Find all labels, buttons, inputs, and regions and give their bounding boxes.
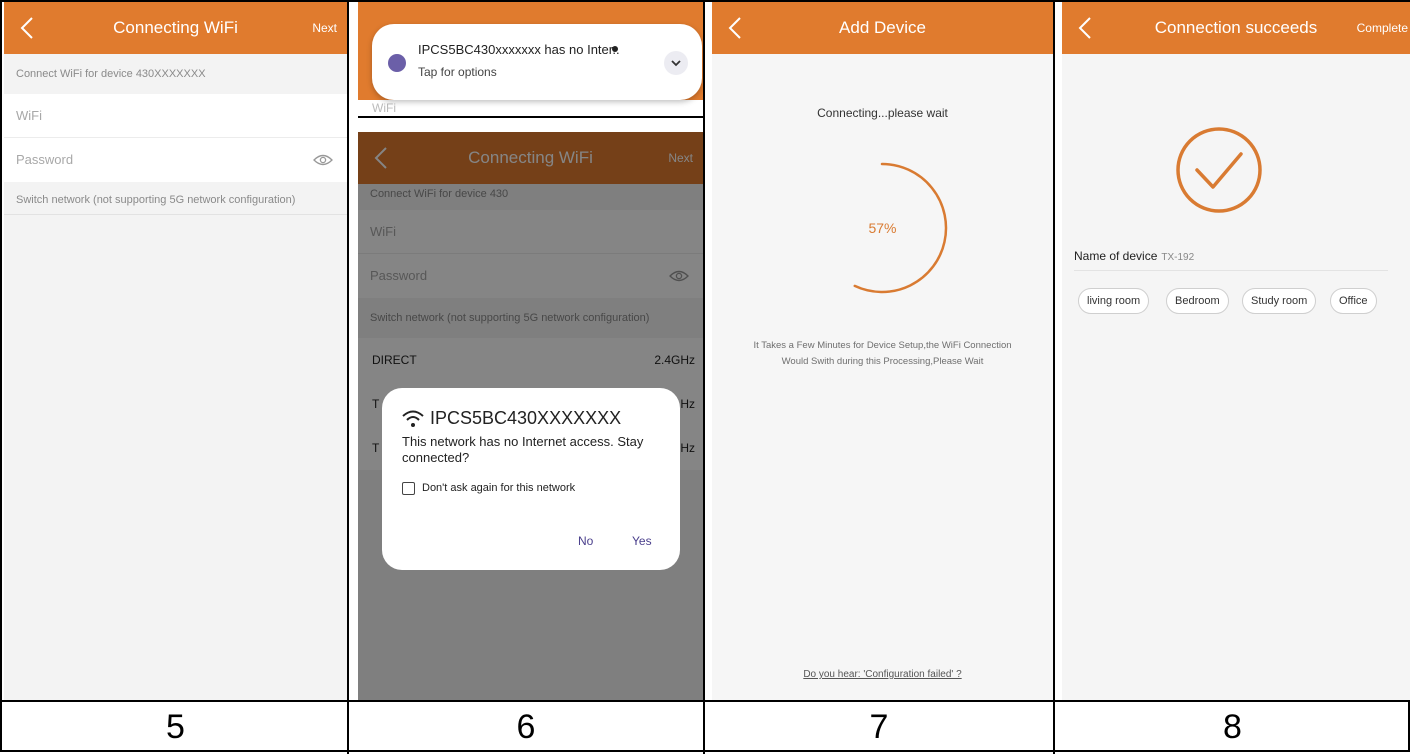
app-header: Connection succeeds Complete <box>1062 2 1410 54</box>
chevron-down-icon <box>671 60 681 67</box>
connect-wifi-subheader: Connect WiFi for device 430XXXXXXX <box>16 68 206 80</box>
eye-icon[interactable] <box>313 153 333 167</box>
divider <box>1074 270 1388 271</box>
notification-banner[interactable]: IPCS5BC430xxxxxxx has no Inter.. Tap for… <box>372 24 702 100</box>
room-chip[interactable]: Bedroom <box>1166 288 1229 314</box>
check-circle-icon <box>1176 127 1262 213</box>
app-header: Add Device <box>712 2 1053 54</box>
room-chip[interactable]: Study room <box>1242 288 1317 314</box>
grid-divider <box>347 2 349 754</box>
dialog-message: This network has no Internet access. Sta… <box>402 434 644 465</box>
no-button[interactable]: No <box>578 534 593 548</box>
page-title: Connecting WiFi <box>113 18 238 37</box>
wifi-app-icon <box>388 54 406 72</box>
setup-info-text: It Takes a Few Minutes for Device Setup,… <box>753 340 1012 367</box>
wifi-icon <box>402 410 424 427</box>
password-placeholder: Password <box>16 152 74 167</box>
next-button[interactable]: Next <box>312 2 337 54</box>
wifi-field[interactable]: WiFi <box>4 94 347 138</box>
peek-wifi-text: WiFi <box>372 101 396 115</box>
step-number: 7 <box>869 708 889 746</box>
device-name-value[interactable]: TX-192 <box>1161 252 1194 263</box>
panel-add-device-progress: Add Device Connecting...please wait 57% … <box>712 2 1053 700</box>
step-number: 8 <box>1223 708 1242 746</box>
panel-no-internet-dialog: WiFi Connecting WiFi Next Connect WiFi f… <box>358 2 703 700</box>
grid-divider <box>703 2 705 754</box>
no-internet-dialog: IPCS5BC430XXXXXXX This network has no In… <box>382 388 680 570</box>
step-number: 5 <box>166 708 185 746</box>
progress-percent: 57% <box>868 220 897 236</box>
expand-notification-button[interactable] <box>664 51 688 75</box>
yes-button[interactable]: Yes <box>632 534 652 548</box>
grid-divider <box>1053 2 1055 754</box>
dont-ask-checkbox[interactable] <box>402 482 415 495</box>
screenshot-grid: Connecting WiFi Next Connect WiFi for de… <box>0 0 1410 754</box>
device-name-row: Name of device TX-192 <box>1074 249 1194 263</box>
success-screen: Connection succeeds Complete Name of dev… <box>1062 2 1410 700</box>
bug-icon <box>612 46 618 52</box>
divider <box>4 214 347 215</box>
dont-ask-label[interactable]: Don't ask again for this network <box>422 482 575 494</box>
connecting-status: Connecting...please wait <box>817 106 948 120</box>
configuration-failed-link[interactable]: Do you hear: 'Configuration failed' ? <box>712 669 1053 680</box>
panel-connection-success: Connection succeeds Complete Name of dev… <box>1062 2 1410 700</box>
notification-title: IPCS5BC430xxxxxxx has no Inter.. <box>418 42 620 57</box>
panel-connecting-wifi: Connecting WiFi Next Connect WiFi for de… <box>4 2 347 700</box>
password-field[interactable]: Password <box>4 138 347 182</box>
room-chip[interactable]: living room <box>1078 288 1150 314</box>
peek-row: WiFi <box>358 100 703 116</box>
notification-subtitle: Tap for options <box>418 65 497 79</box>
page-title: Add Device <box>839 18 926 37</box>
device-name-label: Name of device <box>1074 249 1158 263</box>
app-header: Connecting WiFi Next <box>4 2 347 54</box>
switch-network-link[interactable]: Switch network (not supporting 5G networ… <box>4 194 347 206</box>
progress-screen: Add Device Connecting...please wait 57% … <box>712 2 1053 700</box>
dialog-title: IPCS5BC430XXXXXXX <box>430 408 622 428</box>
divider <box>358 116 703 118</box>
step-number: 6 <box>516 708 536 746</box>
room-chip[interactable]: Office <box>1330 288 1377 314</box>
complete-button[interactable]: Complete <box>1357 2 1408 54</box>
